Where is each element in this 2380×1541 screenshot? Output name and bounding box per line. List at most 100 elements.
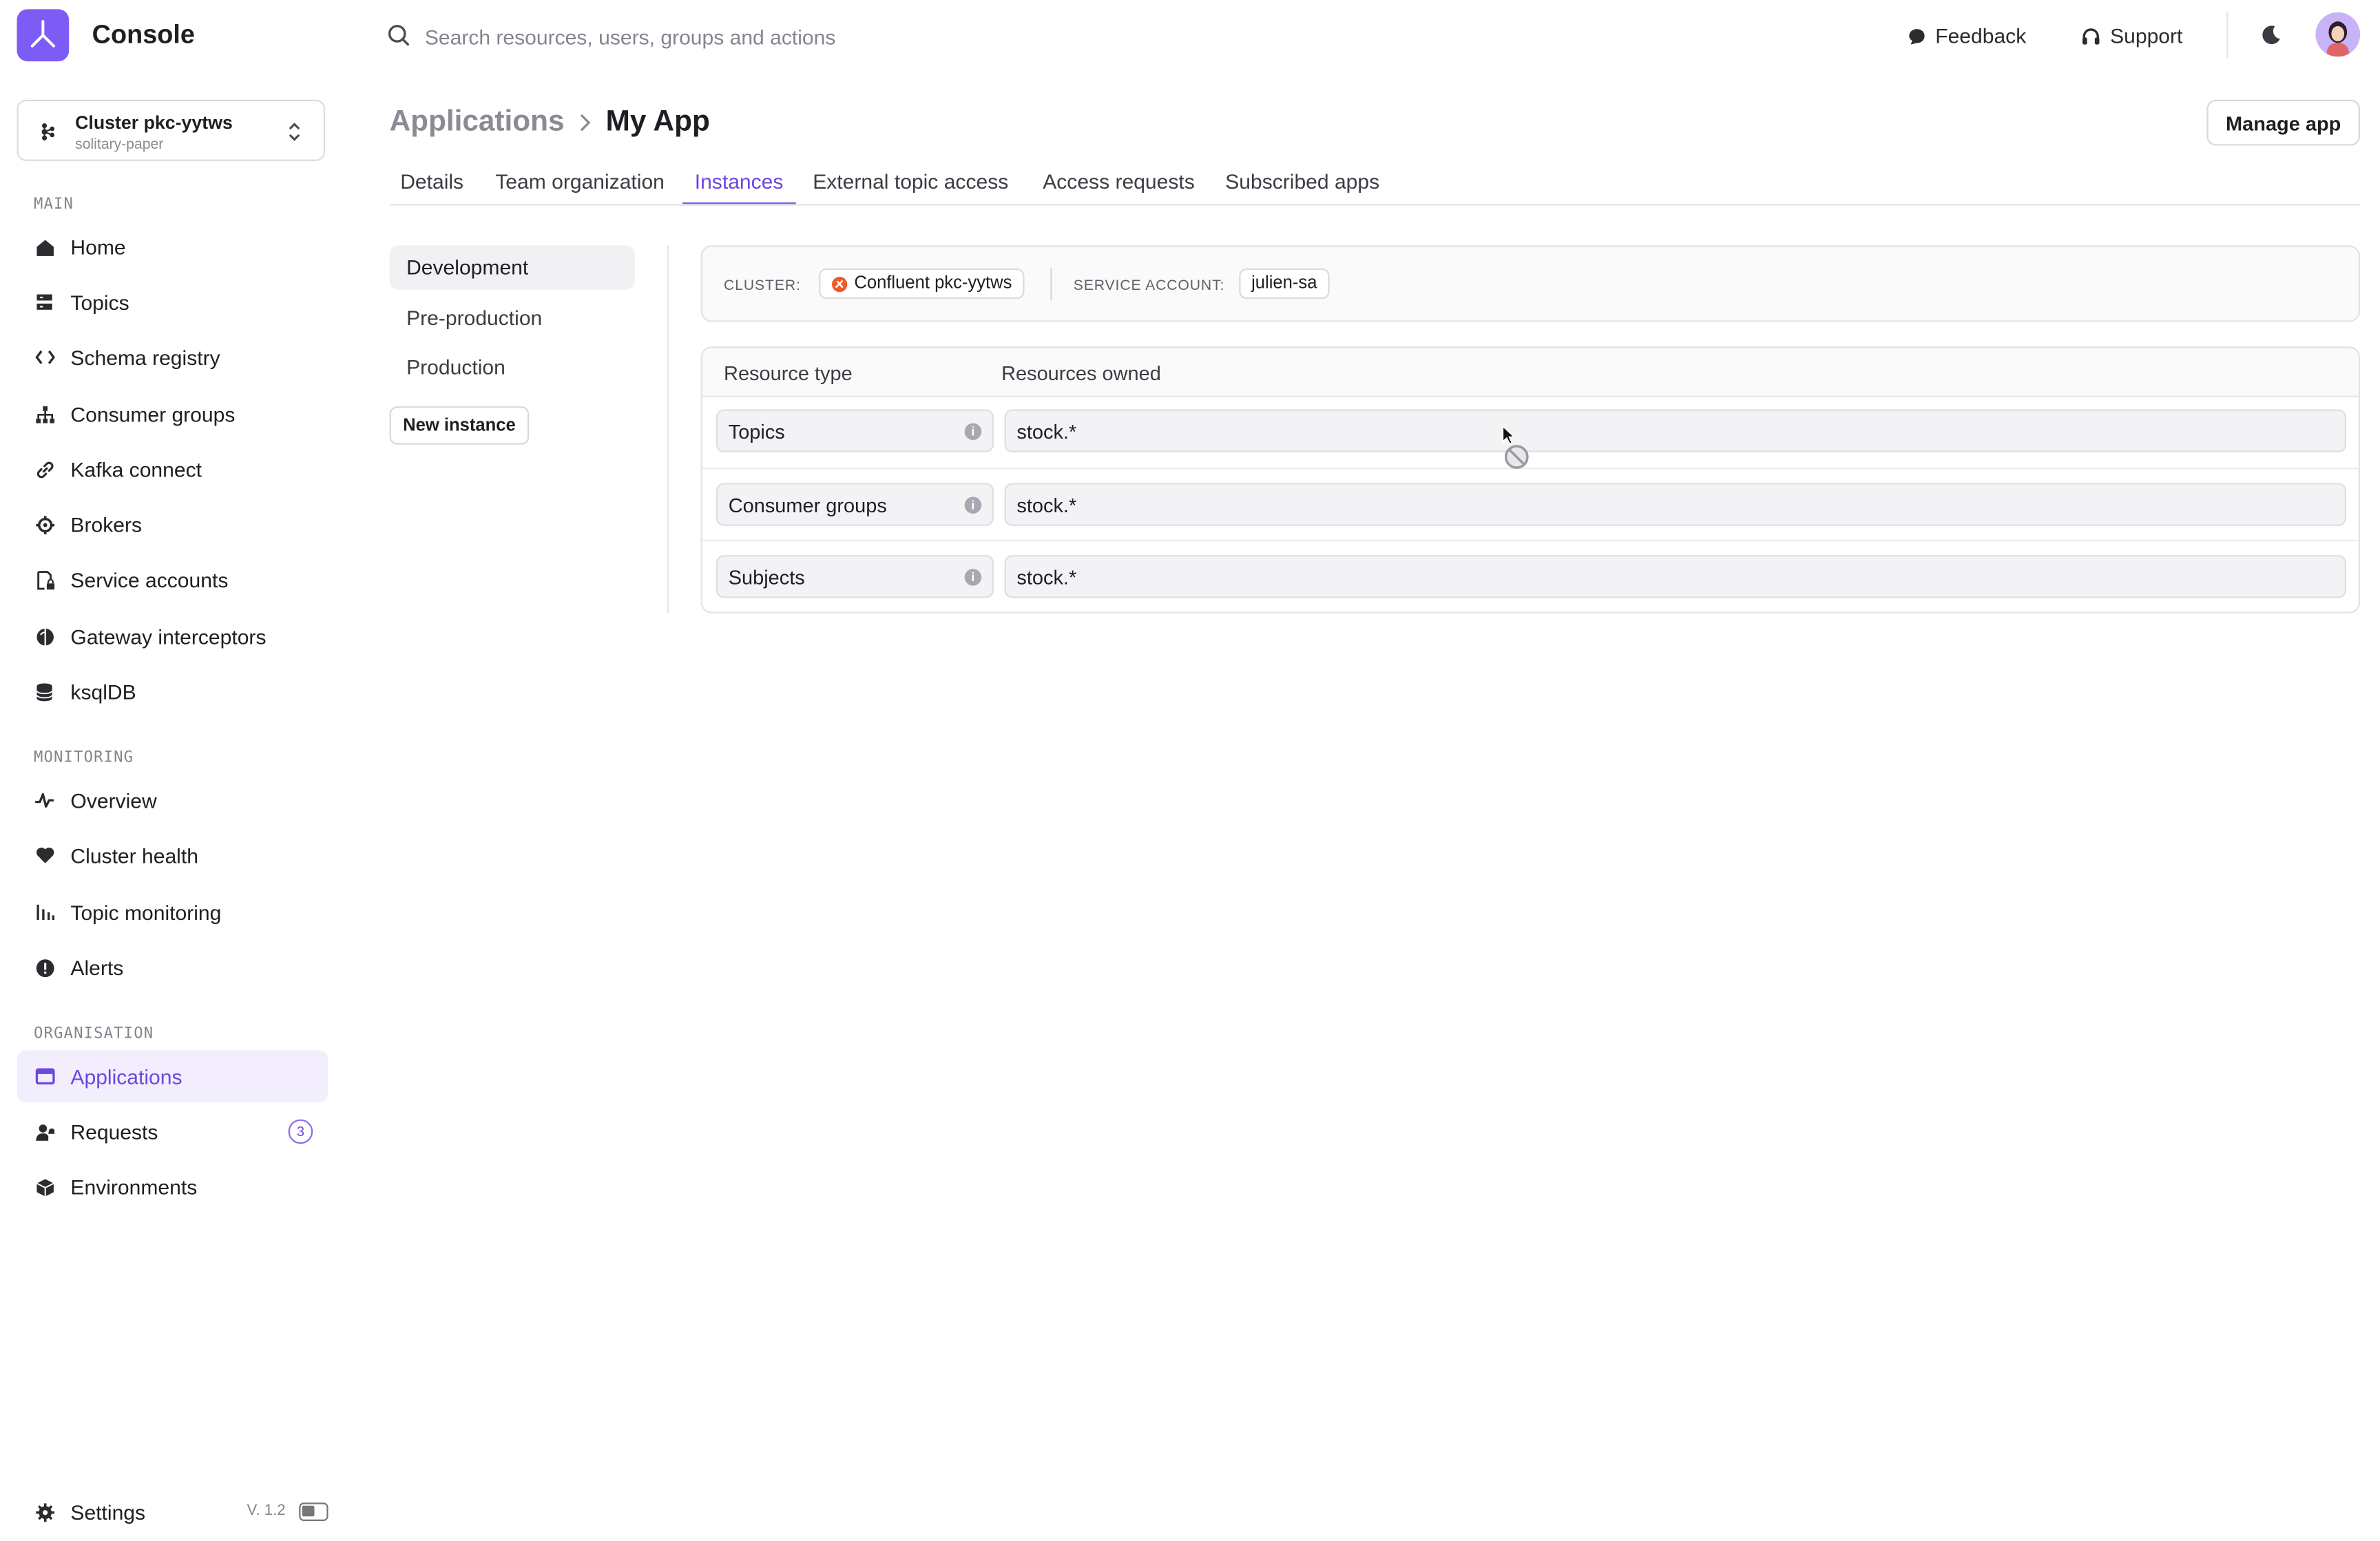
chevron-updown-icon: [289, 123, 300, 141]
nav-label: Topic monitoring: [70, 901, 222, 924]
shield-half-icon: [34, 626, 55, 647]
tab-external-topic-access[interactable]: External topic access: [813, 170, 1008, 205]
settings-icon: [34, 1501, 55, 1522]
manage-app-button[interactable]: Manage app: [2206, 99, 2361, 146]
resource-pattern-field[interactable]: stock.*: [1004, 409, 2347, 452]
nav-label: Cluster health: [70, 843, 198, 868]
tab-team-organization[interactable]: Team organization: [495, 170, 665, 205]
resource-pattern-field[interactable]: stock.*: [1004, 555, 2347, 598]
avatar-image: [2315, 12, 2361, 57]
nav-item-home[interactable]: Home: [17, 221, 328, 273]
link-icon: [34, 459, 55, 480]
section-title-monitoring: MONITORING: [33, 749, 134, 767]
window-icon: [34, 1066, 55, 1087]
info-divider: [1050, 268, 1052, 301]
nav-item-service-accounts[interactable]: Service accounts: [17, 554, 328, 606]
user-bell-icon: [34, 1121, 55, 1142]
console-logo[interactable]: [17, 9, 70, 62]
kafka-icon: [41, 123, 55, 140]
user-avatar[interactable]: [2315, 12, 2361, 57]
nav-label: Applications: [70, 1065, 182, 1088]
topics-icon: [34, 291, 55, 313]
info-icon[interactable]: i: [964, 496, 982, 514]
env-pre-production[interactable]: Pre-production: [390, 296, 635, 341]
service-account-label: SERVICE ACCOUNT:: [1073, 277, 1225, 295]
env-production[interactable]: Production: [390, 345, 635, 390]
hierarchy-icon: [34, 403, 55, 425]
requests-count-badge: 3: [288, 1119, 313, 1144]
header-divider: [2226, 12, 2228, 59]
resource-type-label: Consumer groups: [728, 492, 887, 516]
not-allowed-cursor-icon: [1502, 425, 1529, 469]
support-button[interactable]: Support: [2081, 25, 2182, 48]
page-title: My App: [605, 105, 710, 138]
resource-type-label: Subjects: [728, 565, 805, 588]
tab-instances[interactable]: Instances: [682, 170, 796, 206]
cluster-chip[interactable]: Confluent pkc-yytws: [819, 268, 1025, 300]
nav-label: Brokers: [70, 512, 143, 536]
nav-label: Overview: [70, 788, 157, 813]
info-icon[interactable]: i: [964, 569, 982, 586]
nav-label: Kafka connect: [70, 457, 202, 481]
nav-item-overview[interactable]: Overview: [17, 775, 328, 827]
env-development[interactable]: Development: [389, 245, 635, 290]
table-header: Resource type Resources owned: [702, 348, 2359, 397]
confluent-icon: [832, 275, 848, 292]
nav-item-requests[interactable]: Requests 3: [17, 1106, 328, 1158]
sidebar-collapse-toggle[interactable]: [299, 1502, 328, 1521]
resource-type-label: Topics: [728, 419, 785, 443]
heart-icon: [34, 845, 55, 866]
nav-item-environments[interactable]: Environments: [17, 1161, 328, 1213]
nav-item-schema-registry[interactable]: Schema registry: [17, 331, 328, 384]
tab-access-requests[interactable]: Access requests: [1043, 170, 1195, 205]
info-icon[interactable]: i: [964, 423, 982, 441]
nav-item-settings[interactable]: Settings: [17, 1486, 231, 1538]
nav-label: Home: [70, 235, 126, 259]
cluster-name: Cluster pkc-yytws: [75, 112, 233, 134]
home-icon: [34, 236, 55, 258]
nav-item-alerts[interactable]: Alerts: [17, 941, 328, 994]
cluster-chip-label: Confluent pkc-yytws: [854, 274, 1012, 293]
nav-item-topic-monitoring[interactable]: Topic monitoring: [17, 886, 328, 939]
nav-item-brokers[interactable]: Brokers: [17, 499, 328, 551]
panel-divider: [667, 245, 669, 614]
header-resource-type: Resource type: [724, 361, 853, 385]
nav-label: Environments: [70, 1175, 198, 1199]
chevron-right-icon: [580, 114, 591, 132]
cluster-label: CLUSTER:: [724, 277, 801, 295]
nav-label: Alerts: [70, 956, 124, 979]
cluster-selector[interactable]: Cluster pkc-yytws solitary-paper: [17, 99, 326, 161]
moon-icon[interactable]: [2260, 25, 2282, 46]
chat-bubble-icon: [1909, 28, 1925, 44]
app-name: Console: [92, 19, 195, 50]
resource-pattern-field[interactable]: stock.*: [1004, 483, 2347, 526]
tab-details[interactable]: Details: [400, 170, 463, 205]
nav-item-gateway-interceptors[interactable]: Gateway interceptors: [17, 610, 328, 662]
nav-label: Consumer groups: [70, 402, 236, 426]
database-icon: [34, 681, 55, 702]
feedback-button[interactable]: Feedback: [1908, 25, 2026, 48]
nav-item-kafka-connect[interactable]: Kafka connect: [17, 443, 328, 496]
feedback-label: Feedback: [1935, 24, 2027, 48]
nav-item-topics[interactable]: Topics: [17, 276, 328, 328]
headset-icon: [2082, 28, 2100, 44]
section-title-main: MAIN: [33, 196, 74, 213]
activity-icon: [34, 790, 55, 811]
document-lock-icon: [34, 569, 55, 590]
tab-subscribed-apps[interactable]: Subscribed apps: [1225, 170, 1379, 205]
table-row: Consumer groups i stock.*: [702, 468, 2359, 541]
cluster-subtitle: solitary-paper: [75, 136, 164, 154]
section-title-organisation: ORGANISATION: [33, 1025, 154, 1043]
nav-label: ksqlDB: [70, 680, 136, 703]
nav-item-consumer-groups[interactable]: Consumer groups: [17, 388, 328, 440]
service-account-chip[interactable]: julien-sa: [1239, 268, 1330, 300]
nav-item-cluster-health[interactable]: Cluster health: [17, 830, 328, 882]
nav-label: Schema registry: [70, 346, 220, 369]
new-instance-button[interactable]: New instance: [389, 406, 530, 445]
nav-item-applications[interactable]: Applications: [17, 1050, 328, 1103]
nav-item-ksqldb[interactable]: ksqlDB: [17, 665, 328, 717]
nav-label: Settings: [70, 1500, 146, 1524]
breadcrumb-applications[interactable]: Applications: [390, 106, 565, 140]
search-input[interactable]: [421, 17, 1226, 57]
gear-cog-icon: [34, 514, 55, 535]
